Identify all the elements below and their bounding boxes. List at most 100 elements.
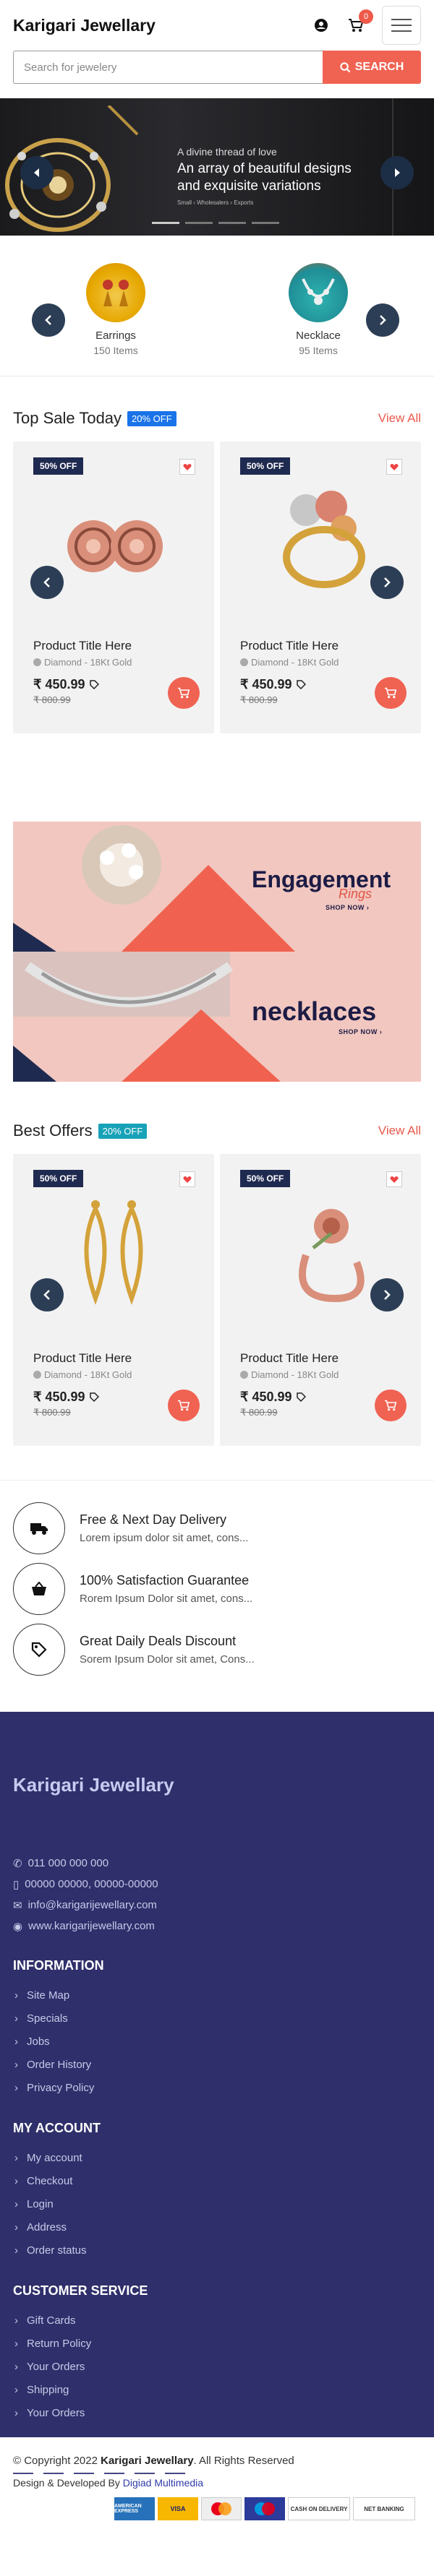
footer-link[interactable]: › Shipping <box>13 2378 421 2401</box>
chevron-right-icon: › <box>14 2383 18 2396</box>
necklace-image <box>289 263 348 322</box>
product-next-button[interactable] <box>370 1278 404 1311</box>
add-to-cart-button[interactable] <box>168 1390 200 1421</box>
account-icon[interactable] <box>312 17 330 34</box>
footer-link[interactable]: › Specials <box>13 2007 421 2030</box>
wishlist-heart-icon[interactable] <box>386 1171 402 1187</box>
search-icon <box>340 61 351 72</box>
best-offers-section: Best Offers 20% OFF View All 50% OFF Pro… <box>0 1116 434 1446</box>
shop-now-link[interactable]: SHOP NOW › <box>326 904 369 911</box>
category-count: 95 Items <box>299 345 338 356</box>
product-prev-button[interactable] <box>30 566 64 599</box>
footer-link[interactable]: › Your Orders <box>13 2355 421 2378</box>
social-link[interactable] <box>13 2473 33 2474</box>
category-item-necklace[interactable]: Necklace 95 Items <box>268 263 369 356</box>
price-value: ₹ 450.99 <box>240 677 292 692</box>
footer-link[interactable]: › Gift Cards <box>13 2309 421 2332</box>
feature-desc: Lorem ipsum dolor sit amet, cons... <box>80 1532 249 1544</box>
contact-email[interactable]: ✉ info@karigarijewellary.com <box>13 1895 421 1916</box>
amex-logo: AMERICAN EXPRESS <box>114 2497 155 2520</box>
product-meta: Diamond - 18Kt Gold <box>33 1369 132 1380</box>
wishlist-heart-icon[interactable] <box>179 1171 195 1187</box>
globe-icon: ◉ <box>13 1920 23 1933</box>
hero-dot[interactable] <box>152 222 179 224</box>
design-credit: Design & Developed By Digiad Multimedia <box>13 2477 421 2489</box>
product-card[interactable]: 50% OFF Product Title Here Diamond - 18K… <box>220 441 421 733</box>
category-item-earrings[interactable]: Earrings 150 Items <box>65 263 166 356</box>
chevron-right-icon: › <box>14 2360 18 2373</box>
footer-link[interactable]: › Return Policy <box>13 2332 421 2355</box>
add-to-cart-button[interactable] <box>168 677 200 709</box>
add-to-cart-button[interactable] <box>375 1390 407 1421</box>
cart-icon <box>178 687 190 699</box>
feature-title: 100% Satisfaction Guarantee <box>80 1573 250 1588</box>
view-all-link[interactable]: View All <box>378 1124 421 1138</box>
footer-link[interactable]: › Jobs <box>13 2030 421 2053</box>
hero-prev-button[interactable] <box>20 156 54 189</box>
category-prev-button[interactable] <box>32 303 65 337</box>
features-list: Free & Next Day Delivery Lorem ipsum dolo… <box>0 1481 434 1680</box>
hero-dot[interactable] <box>185 222 213 224</box>
social-link[interactable] <box>135 2473 155 2474</box>
designer-link[interactable]: Digiad Multimedia <box>123 2477 203 2489</box>
hero-dot[interactable] <box>218 222 246 224</box>
cart-icon[interactable]: 0 <box>347 9 373 34</box>
chevron-right-icon: › <box>14 2244 18 2257</box>
design-prefix: Design & Developed By <box>13 2477 123 2489</box>
contact-mobile[interactable]: ▯ 00000 00000, 00000-00000 <box>13 1874 421 1895</box>
product-price: ₹ 450.99 <box>240 1390 306 1405</box>
footer-link[interactable]: › Address <box>13 2215 421 2239</box>
social-link[interactable] <box>74 2473 94 2474</box>
product-card[interactable]: 50% OFF Product Title Here Diamond - 18K… <box>13 441 214 733</box>
visa-logo: VISA <box>158 2497 198 2520</box>
footer-link-label: Checkout <box>27 2174 73 2187</box>
hero-dot[interactable] <box>252 222 279 224</box>
discount-badge: 20% OFF <box>127 410 176 426</box>
product-card[interactable]: 50% OFF Product Title Here Diamond - 18K… <box>220 1154 421 1446</box>
brand-logo[interactable]: Karigari Jewellary <box>13 16 312 35</box>
product-meta: Diamond - 18Kt Gold <box>33 657 132 668</box>
shop-now-link[interactable]: SHOP NOW › <box>339 1028 382 1035</box>
chevron-right-icon: › <box>14 2174 18 2187</box>
footer-link[interactable]: › Site Map <box>13 1983 421 2007</box>
social-link[interactable] <box>104 2473 124 2474</box>
search-button[interactable]: SEARCH <box>323 51 421 84</box>
product-next-button[interactable] <box>370 566 404 599</box>
contact-phone[interactable]: ✆ 011 000 000 000 <box>13 1853 421 1874</box>
footer-link[interactable]: › Checkout <box>13 2169 421 2192</box>
product-material: Diamond - 18Kt Gold <box>251 1369 339 1380</box>
footer-brand[interactable]: Karigari Jewellary <box>13 1774 421 1796</box>
hero-pagination <box>152 222 279 224</box>
category-next-button[interactable] <box>366 303 399 337</box>
chevron-right-icon: › <box>14 2012 18 2025</box>
footer-link[interactable]: › Order status <box>13 2239 421 2262</box>
product-price: ₹ 450.99 <box>33 677 99 692</box>
product-old-price: ₹ 800.99 <box>33 1407 71 1418</box>
product-prev-button[interactable] <box>30 1278 64 1311</box>
feature-desc: Sorem Ipsum Dolor sit amet, Cons... <box>80 1653 255 1666</box>
footer-link[interactable]: › Login <box>13 2192 421 2215</box>
search-input[interactable] <box>13 51 323 84</box>
wishlist-heart-icon[interactable] <box>179 459 195 475</box>
product-image <box>67 520 163 572</box>
wishlist-heart-icon[interactable] <box>386 459 402 475</box>
view-all-link[interactable]: View All <box>378 411 421 426</box>
social-link[interactable] <box>43 2473 64 2474</box>
hero-next-button[interactable] <box>380 156 414 189</box>
hamburger-menu-button[interactable] <box>382 6 421 45</box>
feature-title: Great Daily Deals Discount <box>80 1634 237 1648</box>
necklaces-banner[interactable]: necklaces SHOP NOW › <box>13 952 421 1082</box>
contact-website[interactable]: ◉ www.karigarijewellary.com <box>13 1916 421 1937</box>
engagement-rings-banner[interactable]: Engagement Rings SHOP NOW › <box>13 822 421 952</box>
net-banking-logo: NET BANKING <box>353 2497 415 2520</box>
footer-link[interactable]: › Order History <box>13 2053 421 2076</box>
footer-link[interactable]: › Privacy Policy <box>13 2076 421 2099</box>
social-link[interactable] <box>165 2473 185 2474</box>
footer-link[interactable]: › My account <box>13 2146 421 2169</box>
footer-link-label: Gift Cards <box>27 2314 76 2327</box>
footer-link[interactable]: › Your Orders <box>13 2401 421 2424</box>
product-card[interactable]: 50% OFF Product Title Here Diamond - 18K… <box>13 1154 214 1446</box>
footer-section-title: CUSTOMER SERVICE <box>13 2283 148 2298</box>
add-to-cart-button[interactable] <box>375 677 407 709</box>
footer-section-title: MY ACCOUNT <box>13 2121 101 2135</box>
